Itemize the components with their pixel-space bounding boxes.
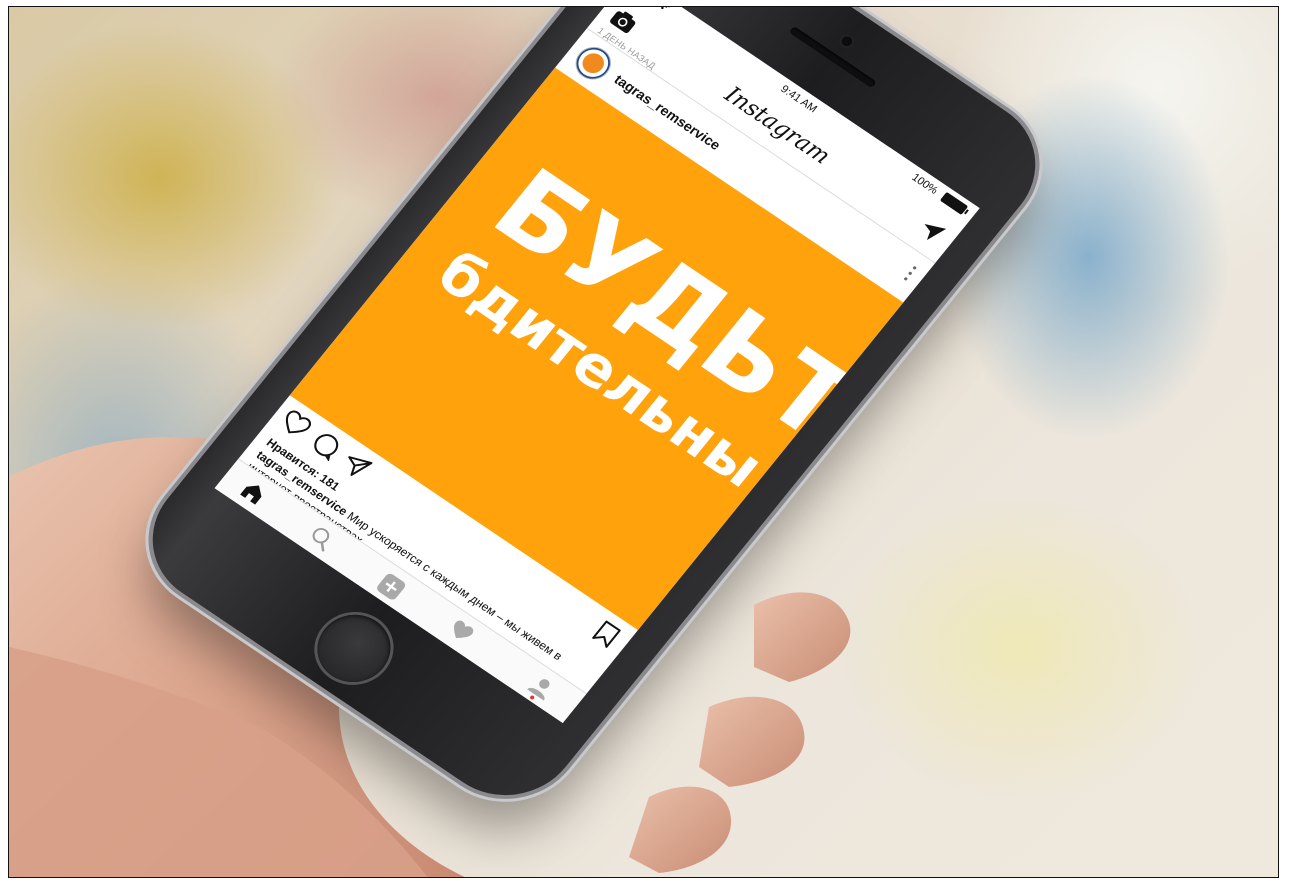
avatar[interactable] — [568, 40, 619, 86]
add-icon[interactable] — [370, 571, 408, 607]
home-icon[interactable] — [234, 478, 269, 511]
comment-icon[interactable] — [306, 429, 344, 465]
bookmark-icon[interactable] — [587, 619, 622, 653]
activity-heart-icon[interactable] — [443, 618, 477, 650]
front-camera — [839, 34, 855, 48]
earpiece-speaker — [788, 26, 877, 89]
more-options-icon[interactable] — [901, 264, 919, 283]
search-icon[interactable] — [302, 524, 337, 557]
photo-frame: ••••• 9:41 AM 100% Instagram 1 ДЕНЬ НАЗА… — [8, 6, 1279, 878]
home-button[interactable] — [302, 601, 406, 696]
profile-icon[interactable] — [523, 672, 558, 705]
heart-icon[interactable] — [274, 408, 314, 445]
share-icon[interactable] — [335, 449, 373, 485]
